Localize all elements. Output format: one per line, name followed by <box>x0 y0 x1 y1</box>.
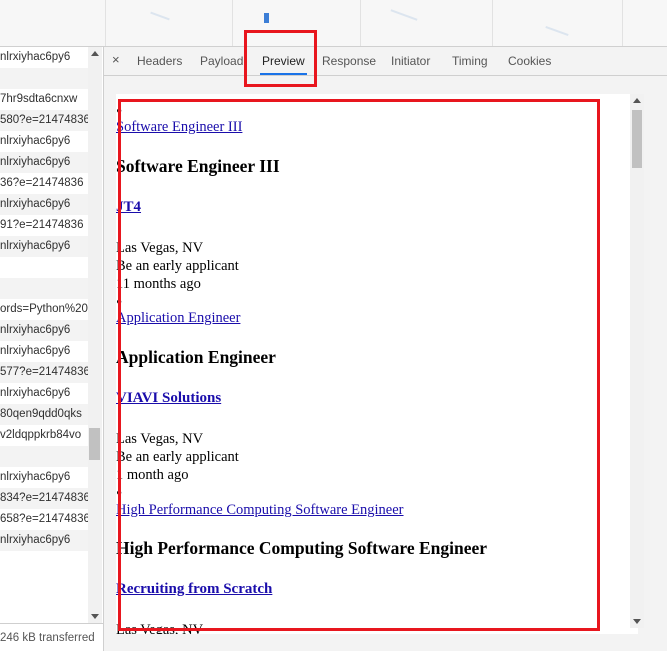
scroll-down-icon[interactable] <box>633 619 641 624</box>
request-list-scrollbar[interactable] <box>88 47 102 623</box>
timeline-gridline <box>492 0 493 46</box>
transfer-status: 246 kB transferred <box>0 623 103 651</box>
highlight-box-preview-tab <box>244 30 317 87</box>
request-row[interactable] <box>0 257 88 278</box>
request-row[interactable]: nlrxiyhac6py6 <box>0 236 88 257</box>
request-row[interactable]: nlrxiyhac6py6 <box>0 341 88 362</box>
request-row[interactable]: 80qen9qdd0qks <box>0 404 88 425</box>
tab-headers[interactable]: Headers <box>137 47 182 75</box>
timeline-request-mark <box>264 13 269 23</box>
request-row[interactable]: 36?e=21474836 <box>0 173 88 194</box>
scroll-up-icon[interactable] <box>91 51 99 56</box>
scrollbar-thumb[interactable] <box>632 110 642 168</box>
highlight-box-preview-content <box>118 99 600 631</box>
tab-payload[interactable]: Payload <box>200 47 243 75</box>
request-list-pane: nlrxiyhac6py6 7hr9sdta6cnxw 580?e=21474836… <box>0 47 104 651</box>
timeline-gridline <box>232 0 233 46</box>
timeline-gridline <box>105 0 106 46</box>
request-row[interactable]: 91?e=21474836 <box>0 215 88 236</box>
tab-cookies[interactable]: Cookies <box>508 47 551 75</box>
request-row[interactable]: ords=Python%20 <box>0 299 88 320</box>
request-row[interactable]: nlrxiyhac6py6 <box>0 467 88 488</box>
request-row[interactable]: 577?e=21474836 <box>0 362 88 383</box>
timeline-bar <box>545 25 569 37</box>
timeline-bar <box>150 11 170 21</box>
request-row[interactable]: 7hr9sdta6cnxw <box>0 89 88 110</box>
network-overview-timeline[interactable] <box>0 0 667 47</box>
timeline-gridline <box>622 0 623 46</box>
request-row[interactable]: nlrxiyhac6py6 <box>0 47 88 68</box>
request-row[interactable]: 580?e=21474836 <box>0 110 88 131</box>
tab-response[interactable]: Response <box>322 47 376 75</box>
close-icon[interactable]: × <box>112 52 120 67</box>
request-row[interactable]: nlrxiyhac6py6 <box>0 530 88 551</box>
request-row[interactable]: nlrxiyhac6py6 <box>0 320 88 341</box>
request-row[interactable] <box>0 446 88 467</box>
request-row[interactable]: v2ldqppkrb84vo <box>0 425 88 446</box>
timeline-bar <box>390 9 418 21</box>
request-row[interactable] <box>0 68 88 89</box>
scrollbar-thumb[interactable] <box>89 428 100 460</box>
request-row[interactable]: nlrxiyhac6py6 <box>0 152 88 173</box>
timeline-gridline <box>360 0 361 46</box>
request-row[interactable]: nlrxiyhac6py6 <box>0 131 88 152</box>
request-row[interactable]: nlrxiyhac6py6 <box>0 194 88 215</box>
request-row[interactable] <box>0 278 88 299</box>
request-row[interactable]: 658?e=21474836 <box>0 509 88 530</box>
tab-timing[interactable]: Timing <box>452 47 488 75</box>
details-tab-bar: × Headers Payload Preview Response Initi… <box>104 47 667 76</box>
tab-initiator[interactable]: Initiator <box>391 47 430 75</box>
preview-scrollbar[interactable] <box>630 94 644 628</box>
request-row[interactable]: nlrxiyhac6py6 <box>0 383 88 404</box>
scroll-down-icon[interactable] <box>91 614 99 619</box>
request-row[interactable]: 834?e=21474836 <box>0 488 88 509</box>
scroll-up-icon[interactable] <box>633 98 641 103</box>
